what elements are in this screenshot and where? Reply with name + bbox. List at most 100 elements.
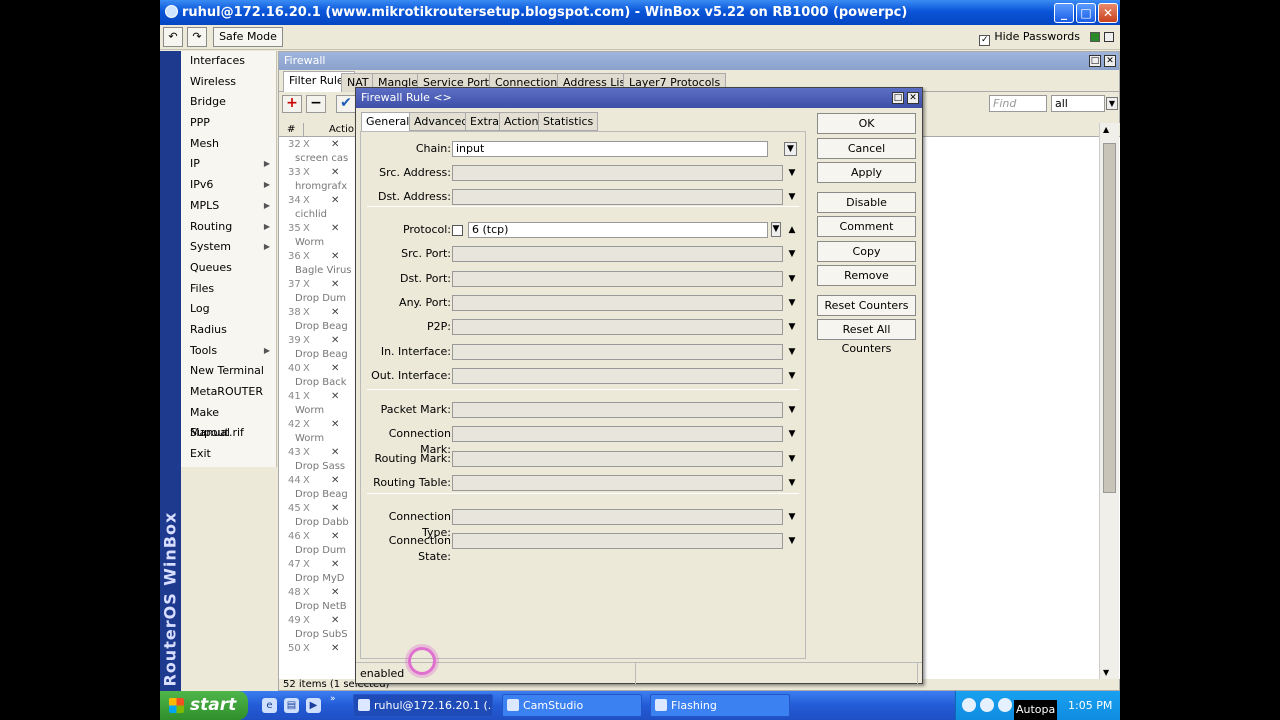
apply-button[interactable]: Apply [817, 162, 916, 183]
column-header-action[interactable]: Actio [329, 123, 354, 137]
firewall-close-button[interactable]: ✕ [1104, 55, 1116, 67]
menu-item-routing[interactable]: Routing ▶ [181, 217, 276, 238]
cancel-button[interactable]: Cancel [817, 138, 916, 159]
dialog-close-button[interactable]: ✕ [907, 92, 919, 104]
expand-arrow-icon[interactable]: ▼ [787, 426, 797, 442]
connection-state-field[interactable] [452, 533, 783, 549]
menu-item-new-terminal[interactable]: New Terminal [181, 361, 276, 382]
checkbox-icon[interactable]: ✓ [979, 35, 991, 46]
connection-type-field[interactable] [452, 509, 783, 525]
expand-arrow-icon[interactable]: ▼ [787, 368, 797, 384]
menu-item-log[interactable]: Log [181, 299, 276, 320]
expand-arrow-icon[interactable]: ▼ [787, 271, 797, 287]
expand-arrow-icon[interactable]: ▼ [787, 344, 797, 360]
routing-mark-field[interactable] [452, 451, 783, 467]
safe-mode-button[interactable]: Safe Mode [213, 27, 283, 47]
media-player-icon[interactable]: ▶ [306, 698, 321, 713]
dst-address-field[interactable] [452, 189, 783, 205]
remove-button[interactable]: Remove [817, 265, 916, 286]
in-interface-field[interactable] [452, 344, 783, 360]
menu-item-manual[interactable]: Manual [181, 423, 276, 444]
menu-item-tools[interactable]: Tools ▶ [181, 341, 276, 362]
close-button[interactable]: ✕ [1098, 3, 1118, 23]
firewall-maximize-button[interactable]: □ [1089, 55, 1101, 67]
menu-item-wireless[interactable]: Wireless [181, 72, 276, 93]
menu-item-system[interactable]: System ▶ [181, 237, 276, 258]
ok-button[interactable]: OK [817, 113, 916, 134]
menu-item-files[interactable]: Files [181, 279, 276, 300]
explorer-icon[interactable]: ▤ [284, 698, 299, 713]
expand-arrow-icon[interactable]: ▼ [787, 509, 797, 525]
menu-item-bridge[interactable]: Bridge [181, 92, 276, 113]
task-flashing[interactable]: Flashing [650, 694, 790, 717]
add-icon[interactable]: + [282, 95, 302, 113]
collapse-arrow-icon[interactable]: ▲ [787, 222, 797, 238]
scroll-down-icon[interactable]: ▼ [1103, 668, 1109, 677]
expand-arrow-icon[interactable]: ▼ [787, 319, 797, 335]
enable-icon[interactable]: ✔ [336, 95, 356, 113]
clock[interactable]: 1:05 PM [1068, 691, 1112, 720]
expand-arrow-icon[interactable]: ▼ [787, 475, 797, 491]
menu-item-exit[interactable]: Exit [181, 444, 276, 465]
network-icon[interactable] [980, 698, 994, 712]
firewall-title-bar[interactable]: Firewall □ ✕ [279, 52, 1119, 70]
chain-field[interactable]: input [452, 141, 768, 157]
dialog-maximize-button[interactable]: □ [892, 92, 904, 104]
expand-arrow-icon[interactable]: ▼ [787, 451, 797, 467]
expand-arrow-icon[interactable]: ▼ [787, 189, 797, 205]
menu-item-mesh[interactable]: Mesh [181, 134, 276, 155]
expand-arrow-icon[interactable]: ▼ [787, 165, 797, 181]
copy-button[interactable]: Copy [817, 241, 916, 262]
ie-icon[interactable]: e [262, 698, 277, 713]
comment-button[interactable]: Comment [817, 216, 916, 237]
disable-button[interactable]: Disable [817, 192, 916, 213]
quicklaunch-more-icon[interactable]: » [330, 694, 336, 704]
remove-icon[interactable]: − [306, 95, 326, 113]
expand-arrow-icon[interactable]: ▼ [787, 402, 797, 418]
menu-item-mpls[interactable]: MPLS ▶ [181, 196, 276, 217]
chain-dropdown-icon[interactable]: ▼ [784, 142, 797, 156]
menu-item-radius[interactable]: Radius [181, 320, 276, 341]
reset-all-counters-button[interactable]: Reset All Counters [817, 319, 916, 355]
reset-counters-button[interactable]: Reset Counters [817, 295, 916, 316]
hide-passwords-checkbox[interactable]: ✓ Hide Passwords [979, 30, 1080, 46]
scroll-thumb[interactable] [1103, 143, 1116, 493]
find-filter-select[interactable]: all ▼ [1051, 95, 1118, 112]
column-header-num[interactable]: # [287, 123, 295, 137]
out-interface-field[interactable] [452, 368, 783, 384]
volume-icon[interactable] [998, 698, 1012, 712]
menu-item-make-supout-rif[interactable]: Make Supout.rif [181, 403, 276, 440]
menu-item-ppp[interactable]: PPP [181, 113, 276, 134]
menu-item-ipv6[interactable]: IPv6 ▶ [181, 175, 276, 196]
title-bar[interactable]: ruhul@172.16.20.1 (www.mikrotikrouterset… [160, 0, 1120, 25]
connection-mark-field[interactable] [452, 426, 783, 442]
any-port-field[interactable] [452, 295, 783, 311]
src-address-field[interactable] [452, 165, 783, 181]
dialog-tab-general[interactable]: General [361, 112, 415, 132]
tray-arrow-icon[interactable] [962, 698, 976, 712]
protocol-negate-checkbox[interactable] [452, 225, 463, 236]
undo-button[interactable]: ↶ [163, 27, 183, 47]
src-port-field[interactable] [452, 246, 783, 262]
routing-table-field[interactable] [452, 475, 783, 491]
menu-item-metarouter[interactable]: MetaROUTER [181, 382, 276, 403]
menu-item-queues[interactable]: Queues [181, 258, 276, 279]
scroll-up-icon[interactable]: ▲ [1103, 125, 1109, 134]
protocol-dropdown-icon[interactable]: ▼ [771, 222, 781, 237]
dialog-tab-statistics[interactable]: Statistics [538, 112, 599, 131]
expand-arrow-icon[interactable]: ▼ [787, 533, 797, 549]
p2p-field[interactable] [452, 319, 783, 335]
dialog-tab-action[interactable]: Action [499, 112, 544, 131]
dialog-tab-advanced[interactable]: Advanced [409, 112, 474, 131]
menu-item-interfaces[interactable]: Interfaces [181, 51, 276, 72]
chevron-down-icon[interactable]: ▼ [1106, 97, 1118, 110]
start-button[interactable]: start [160, 691, 248, 720]
packet-mark-field[interactable] [452, 402, 783, 418]
dialog-title-bar[interactable]: Firewall Rule <> □ ✕ [356, 88, 922, 108]
protocol-field[interactable]: 6 (tcp) [468, 222, 768, 238]
redo-button[interactable]: ↷ [187, 27, 207, 47]
maximize-button[interactable]: □ [1076, 3, 1096, 23]
dst-port-field[interactable] [452, 271, 783, 287]
task-camstudio[interactable]: CamStudio [502, 694, 642, 717]
find-input[interactable]: Find [989, 95, 1047, 112]
